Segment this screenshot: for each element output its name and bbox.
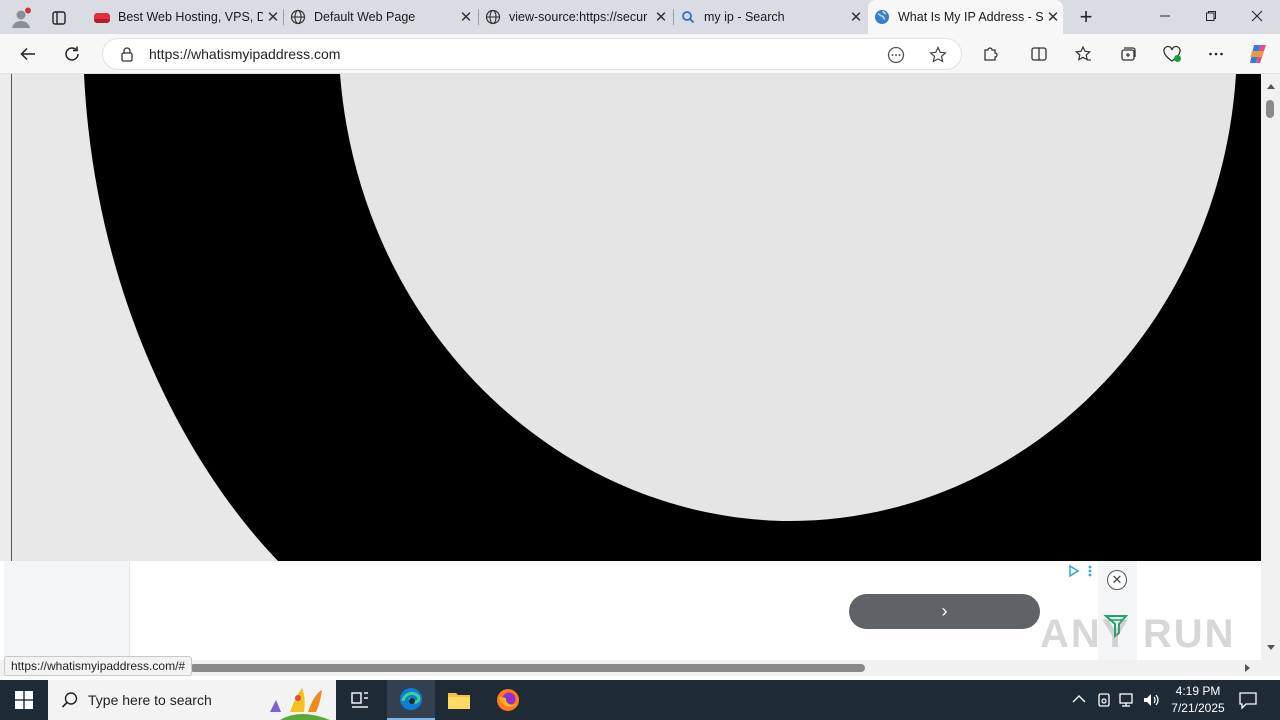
- tab-close-icon[interactable]: ✕: [263, 8, 283, 26]
- tab-label: view-source:https://secur: [509, 10, 648, 24]
- puzzle-icon: [984, 47, 998, 61]
- copilot-button[interactable]: [1242, 38, 1274, 70]
- search-icon: [61, 692, 78, 708]
- task-view-button[interactable]: [336, 680, 384, 720]
- globe-icon: [875, 10, 889, 24]
- firefox-button[interactable]: [484, 680, 532, 720]
- split-screen-button[interactable]: [1023, 38, 1055, 70]
- tab-best-web-hosting[interactable]: Best Web Hosting, VPS, D ✕: [88, 0, 283, 34]
- tulips-search-highlight-icon: [260, 682, 336, 720]
- firefox-icon: [497, 689, 519, 711]
- favorites-star-icon: [1074, 45, 1092, 61]
- tab-label: my ip - Search: [704, 10, 785, 24]
- reading-view-icon[interactable]: [887, 46, 905, 64]
- extensions-button[interactable]: [975, 38, 1007, 70]
- taskbar-search-box[interactable]: Type here to search: [48, 680, 336, 720]
- search-placeholder: Type here to search: [88, 692, 212, 708]
- close-window-button[interactable]: [1234, 0, 1280, 34]
- edge-taskbar-button[interactable]: [387, 680, 435, 720]
- chevron-right-icon: ›: [941, 601, 948, 621]
- tab-label: What Is My IP Address - S: [898, 10, 1043, 24]
- network-icon[interactable]: [1118, 692, 1136, 708]
- edge-browser-icon: [400, 688, 422, 710]
- tab-view-source[interactable]: view-source:https://secur ✕: [479, 0, 671, 34]
- ip-hero-graphic: [12, 74, 1261, 562]
- restore-icon: [1206, 11, 1216, 21]
- refresh-button[interactable]: [56, 38, 88, 70]
- back-button[interactable]: [12, 38, 44, 70]
- more-dots-icon: [1209, 52, 1223, 56]
- back-arrow-icon: [20, 47, 35, 61]
- collections-button[interactable]: [1112, 38, 1144, 70]
- lock-icon[interactable]: [119, 46, 135, 63]
- profile-icon: [12, 7, 31, 28]
- vertical-scroll-thumb[interactable]: [1266, 100, 1274, 118]
- clock-time: 4:19 PM: [1175, 684, 1221, 698]
- restore-button[interactable]: [1188, 0, 1234, 34]
- heart-pulse-icon: [1163, 45, 1181, 62]
- tab-label: Default Web Page: [314, 10, 416, 24]
- clock-date: 7/21/2025: [1171, 701, 1225, 715]
- tab-close-icon[interactable]: ✕: [456, 8, 476, 26]
- ad-cta-button[interactable]: ›: [849, 594, 1040, 629]
- scroll-up-arrow-icon[interactable]: [1266, 82, 1276, 90]
- tab-actions-button[interactable]: [46, 5, 72, 31]
- settings-more-button[interactable]: [1200, 38, 1232, 70]
- volume-icon[interactable]: [1142, 692, 1160, 708]
- new-tab-button[interactable]: +: [1072, 3, 1100, 31]
- scroll-corner: [1261, 660, 1280, 676]
- browser-essentials-button[interactable]: [1156, 38, 1188, 70]
- hosting-favicon: [94, 13, 110, 23]
- tab-close-icon[interactable]: ✕: [651, 8, 671, 26]
- scroll-down-arrow-icon[interactable]: [1266, 644, 1276, 652]
- horizontal-scroll-thumb[interactable]: [190, 664, 865, 672]
- tab-default-web-page[interactable]: Default Web Page ✕: [284, 0, 476, 34]
- adchoices-icon[interactable]: [1068, 564, 1098, 578]
- tab-label: Best Web Hosting, VPS, D: [118, 10, 263, 24]
- refresh-icon: [65, 46, 79, 61]
- globe-icon: [485, 9, 501, 25]
- search-icon: [682, 11, 695, 24]
- show-hidden-icons-chevron-icon[interactable]: [1072, 694, 1086, 704]
- windows-logo-icon: [15, 691, 33, 709]
- tab-what-is-my-ip[interactable]: What Is My IP Address - S ✕: [868, 0, 1063, 34]
- ad-left-panel: [4, 561, 130, 660]
- add-favorite-star-icon[interactable]: [929, 46, 947, 64]
- page-side-panel: [0, 74, 12, 562]
- close-icon: [1251, 10, 1263, 22]
- tab-close-icon[interactable]: ✕: [846, 8, 866, 26]
- globe-icon: [290, 9, 306, 25]
- tab-actions-icon: [52, 11, 66, 25]
- status-bar-url: https://whatismyipaddress.com/#: [4, 656, 193, 676]
- minimize-icon: [1160, 15, 1170, 17]
- watermark-text: ANY RUN: [1040, 612, 1236, 656]
- folder-icon: [448, 693, 470, 709]
- notifications-icon[interactable]: [1238, 690, 1258, 710]
- device-icon[interactable]: [1096, 692, 1112, 708]
- ad-close-button[interactable]: ✕: [1107, 570, 1127, 590]
- split-screen-icon: [1031, 47, 1047, 61]
- tab-my-ip-search[interactable]: my ip - Search ✕: [674, 0, 866, 34]
- tab-strip: Best Web Hosting, VPS, D ✕ Default Web P…: [0, 0, 1280, 34]
- favorites-button[interactable]: [1067, 38, 1099, 70]
- address-url[interactable]: https://whatismyipaddress.com: [149, 46, 340, 62]
- browser-toolbar: https://whatismyipaddress.com: [0, 34, 1280, 74]
- collections-icon: [1121, 47, 1136, 61]
- task-view-icon: [351, 692, 368, 708]
- scroll-right-arrow-icon[interactable]: [1244, 663, 1252, 673]
- start-button[interactable]: [0, 680, 48, 720]
- copilot-icon: [1250, 45, 1266, 63]
- address-bar[interactable]: https://whatismyipaddress.com: [102, 38, 962, 70]
- vertical-scrollbar[interactable]: [1261, 74, 1280, 660]
- tab-close-icon[interactable]: ✕: [1043, 8, 1063, 26]
- file-explorer-button[interactable]: [435, 680, 483, 720]
- minimize-button[interactable]: [1142, 0, 1188, 34]
- taskbar-clock[interactable]: 4:19 PM 7/21/2025: [1160, 683, 1236, 717]
- profile-avatar[interactable]: [8, 5, 34, 31]
- close-icon: ✕: [1111, 572, 1123, 587]
- windows-taskbar: Type here to search 4:19 PM 7/21/2025: [0, 680, 1280, 720]
